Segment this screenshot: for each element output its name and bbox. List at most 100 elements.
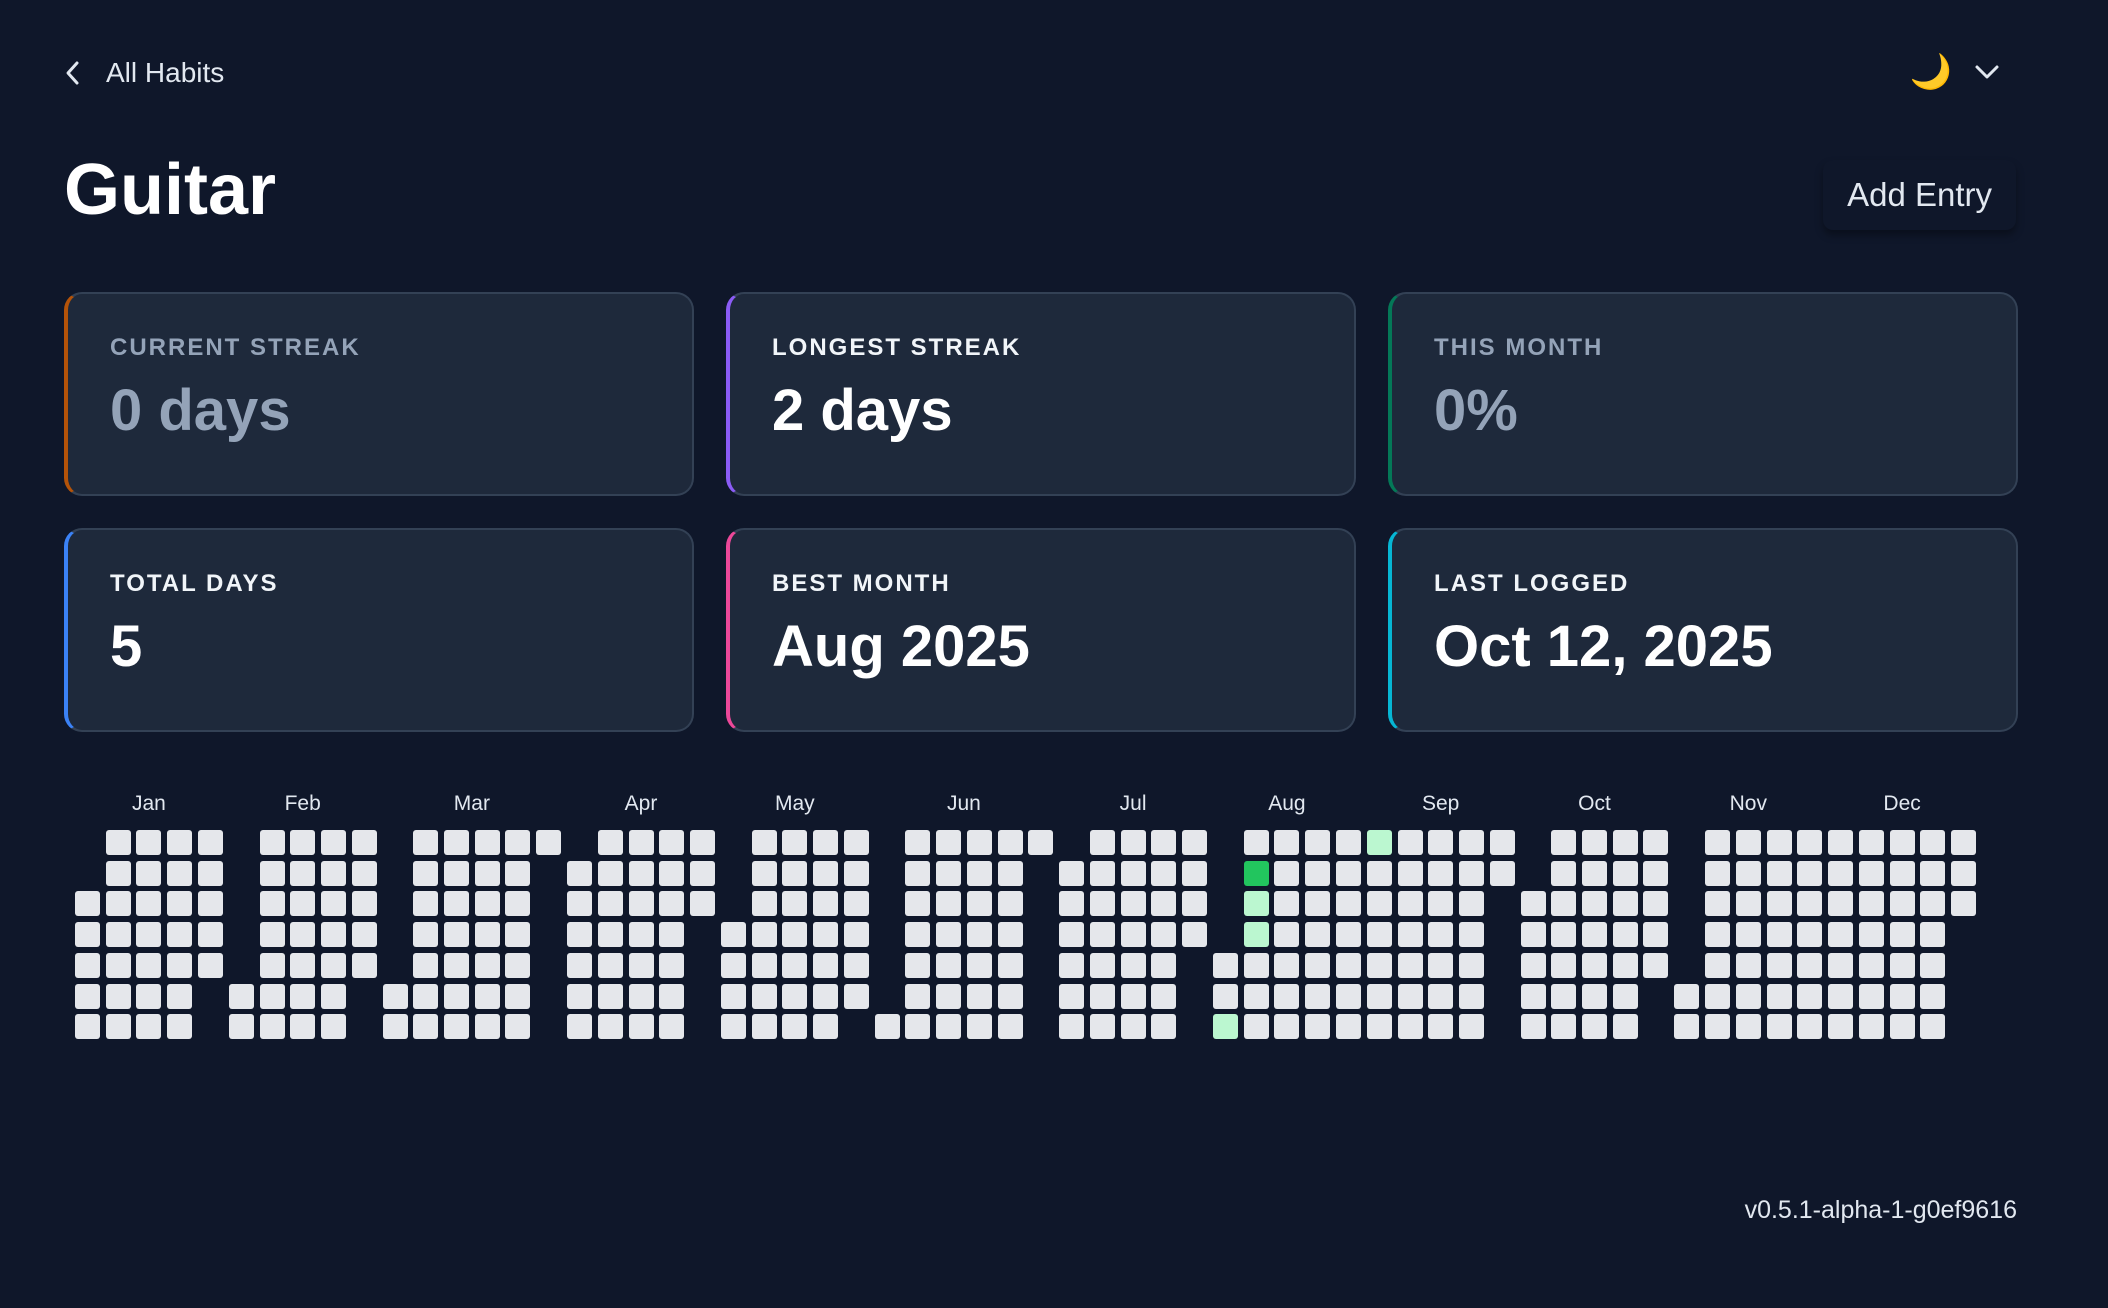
day-cell[interactable] (813, 922, 838, 948)
day-cell[interactable] (1213, 952, 1238, 978)
day-cell[interactable] (689, 891, 715, 917)
day-cell[interactable] (1766, 952, 1792, 978)
day-cell[interactable] (1182, 891, 1207, 917)
day-cell[interactable] (75, 891, 100, 917)
day-cell[interactable] (1858, 952, 1884, 978)
day-cell[interactable] (444, 922, 469, 948)
day-cell[interactable] (843, 830, 869, 855)
day-cell[interactable] (1612, 922, 1638, 948)
day-cell[interactable] (136, 922, 162, 948)
day-cell[interactable] (1858, 860, 1884, 886)
day-cell[interactable] (966, 891, 992, 917)
day-cell[interactable] (1089, 952, 1115, 978)
day-cell[interactable] (1735, 1014, 1761, 1040)
day-cell[interactable] (966, 952, 992, 978)
day-cell[interactable] (105, 952, 131, 978)
day-cell[interactable] (1151, 1014, 1177, 1040)
day-cell[interactable] (1428, 830, 1454, 855)
day-cell[interactable] (1274, 830, 1300, 855)
day-cell[interactable] (751, 922, 777, 948)
day-cell[interactable] (197, 922, 223, 948)
day-cell[interactable] (320, 983, 346, 1009)
day-cell[interactable] (813, 952, 838, 978)
day-cell[interactable] (1551, 830, 1577, 855)
day-cell[interactable] (966, 860, 992, 886)
day-cell[interactable] (997, 830, 1023, 855)
day-cell[interactable] (136, 983, 162, 1009)
day-cell[interactable] (1889, 830, 1915, 855)
day-cell[interactable] (1397, 860, 1423, 886)
day-cell[interactable] (1458, 891, 1484, 917)
day-cell[interactable] (1274, 922, 1300, 948)
day-cell[interactable] (413, 983, 439, 1009)
day-cell[interactable] (1335, 860, 1361, 886)
day-cell[interactable] (597, 860, 623, 886)
day-cell[interactable] (1397, 983, 1423, 1009)
day-cell[interactable] (1366, 860, 1392, 886)
day-cell[interactable] (1274, 1014, 1300, 1040)
day-cell[interactable] (1889, 891, 1915, 917)
day-cell[interactable] (1520, 1014, 1546, 1040)
day-cell[interactable] (474, 891, 500, 917)
day-cell[interactable] (1366, 830, 1392, 855)
day-cell[interactable] (382, 983, 408, 1009)
day-cell[interactable] (1551, 891, 1577, 917)
day-cell[interactable] (505, 860, 531, 886)
day-cell[interactable] (997, 1014, 1023, 1040)
day-cell[interactable] (1889, 860, 1915, 886)
day-cell[interactable] (1120, 952, 1146, 978)
day-cell[interactable] (75, 952, 100, 978)
day-cell[interactable] (1828, 830, 1854, 855)
day-cell[interactable] (320, 830, 346, 855)
day-cell[interactable] (1335, 983, 1361, 1009)
day-cell[interactable] (567, 1014, 593, 1040)
day-cell[interactable] (1889, 952, 1915, 978)
day-cell[interactable] (1766, 891, 1792, 917)
day-cell[interactable] (1858, 922, 1884, 948)
day-cell[interactable] (320, 860, 346, 886)
day-cell[interactable] (259, 952, 285, 978)
day-cell[interactable] (628, 891, 654, 917)
day-cell[interactable] (290, 891, 316, 917)
day-cell[interactable] (382, 1014, 408, 1040)
day-cell[interactable] (1243, 983, 1269, 1009)
day-cell[interactable] (936, 860, 962, 886)
day-cell[interactable] (843, 922, 869, 948)
day-cell[interactable] (597, 830, 623, 855)
day-cell[interactable] (1735, 922, 1761, 948)
day-cell[interactable] (597, 1014, 623, 1040)
day-cell[interactable] (1397, 830, 1423, 855)
day-cell[interactable] (1458, 922, 1484, 948)
day-cell[interactable] (1797, 860, 1823, 886)
day-cell[interactable] (1674, 1014, 1700, 1040)
day-cell[interactable] (1274, 983, 1300, 1009)
day-cell[interactable] (997, 952, 1023, 978)
day-cell[interactable] (505, 952, 531, 978)
day-cell[interactable] (1182, 922, 1207, 948)
day-cell[interactable] (1335, 922, 1361, 948)
day-cell[interactable] (1089, 860, 1115, 886)
day-cell[interactable] (1612, 860, 1638, 886)
day-cell[interactable] (1489, 860, 1515, 886)
day-cell[interactable] (1643, 922, 1669, 948)
day-cell[interactable] (1828, 1014, 1854, 1040)
day-cell[interactable] (444, 860, 469, 886)
day-cell[interactable] (936, 891, 962, 917)
day-cell[interactable] (813, 830, 838, 855)
day-cell[interactable] (936, 1014, 962, 1040)
day-cell[interactable] (1458, 983, 1484, 1009)
day-cell[interactable] (1797, 1014, 1823, 1040)
day-cell[interactable] (1028, 830, 1054, 855)
day-cell[interactable] (1397, 922, 1423, 948)
day-cell[interactable] (197, 830, 223, 855)
day-cell[interactable] (966, 830, 992, 855)
day-cell[interactable] (290, 983, 316, 1009)
day-cell[interactable] (413, 922, 439, 948)
day-cell[interactable] (751, 860, 777, 886)
day-cell[interactable] (1858, 983, 1884, 1009)
day-cell[interactable] (567, 983, 593, 1009)
day-cell[interactable] (689, 860, 715, 886)
day-cell[interactable] (1089, 1014, 1115, 1040)
day-cell[interactable] (1582, 952, 1607, 978)
day-cell[interactable] (1582, 891, 1607, 917)
